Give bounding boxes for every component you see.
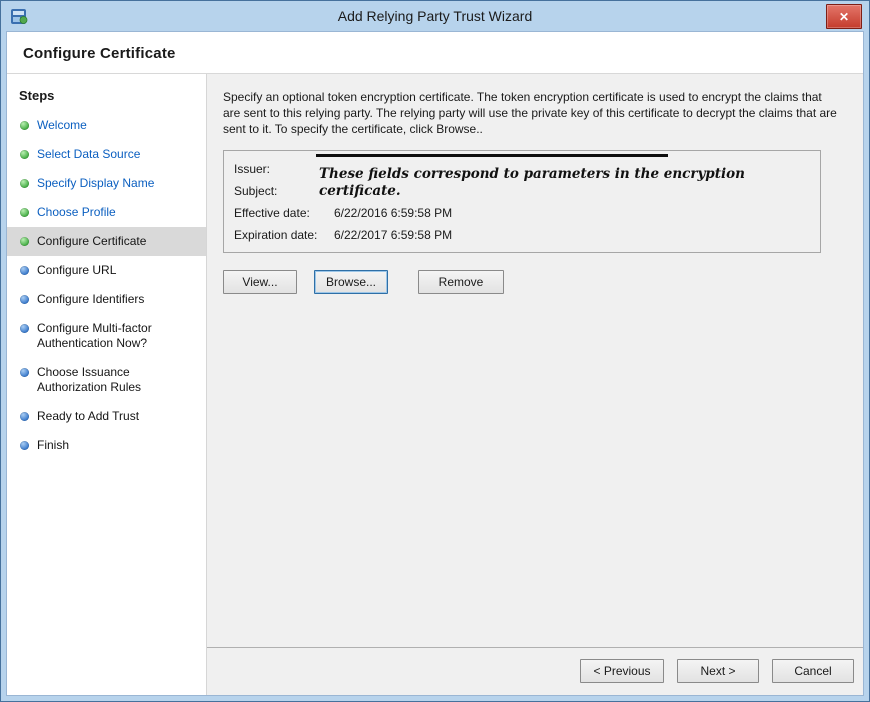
step-item-welcome[interactable]: Welcome bbox=[7, 111, 206, 140]
window-title: Add Relying Party Trust Wizard bbox=[6, 8, 864, 24]
wizard-client-area: Configure Certificate Steps Welcome Sele… bbox=[6, 31, 864, 696]
page-title: Configure Certificate bbox=[23, 45, 847, 62]
remove-button[interactable]: Remove bbox=[418, 270, 504, 294]
certificate-effective-date-row: Effective date: 6/22/2016 6:59:58 PM bbox=[234, 202, 810, 224]
step-item-select-data-source[interactable]: Select Data Source bbox=[7, 140, 206, 169]
step-item-configure-certificate: Configure Certificate bbox=[7, 227, 206, 256]
step-label: Configure Multi-factor Authentication No… bbox=[37, 321, 198, 351]
step-pending-bullet-icon bbox=[20, 266, 29, 275]
expiration-date-label: Expiration date: bbox=[234, 228, 334, 242]
cancel-button[interactable]: Cancel bbox=[772, 659, 854, 683]
step-pending-bullet-icon bbox=[20, 368, 29, 377]
step-label: Choose Profile bbox=[37, 205, 116, 220]
step-pending-bullet-icon bbox=[20, 441, 29, 450]
step-item-choose-profile[interactable]: Choose Profile bbox=[7, 198, 206, 227]
redacted-issuer-value bbox=[316, 154, 668, 157]
step-done-bullet-icon bbox=[20, 121, 29, 130]
step-current-bullet-icon bbox=[20, 237, 29, 246]
step-done-bullet-icon bbox=[20, 179, 29, 188]
wizard-navigation-footer: < Previous Next > Cancel bbox=[207, 647, 863, 695]
step-item-choose-issuance-rules: Choose Issuance Authorization Rules bbox=[7, 358, 206, 402]
steps-heading: Steps bbox=[7, 84, 206, 109]
effective-date-value: 6/22/2016 6:59:58 PM bbox=[334, 206, 452, 220]
title-bar[interactable]: Add Relying Party Trust Wizard ✕ bbox=[6, 1, 864, 31]
step-label: Choose Issuance Authorization Rules bbox=[37, 365, 198, 395]
step-item-configure-url: Configure URL bbox=[7, 256, 206, 285]
step-item-configure-identifiers: Configure Identifiers bbox=[7, 285, 206, 314]
next-button[interactable]: Next > bbox=[677, 659, 759, 683]
content-spacer bbox=[223, 294, 837, 647]
certificate-expiration-date-row: Expiration date: 6/22/2017 6:59:58 PM bbox=[234, 224, 810, 246]
close-button[interactable]: ✕ bbox=[826, 4, 862, 29]
step-pending-bullet-icon bbox=[20, 295, 29, 304]
step-done-bullet-icon bbox=[20, 150, 29, 159]
step-label: Configure URL bbox=[37, 263, 116, 278]
view-button[interactable]: View... bbox=[223, 270, 297, 294]
step-label: Specify Display Name bbox=[37, 176, 154, 191]
previous-button[interactable]: < Previous bbox=[580, 659, 664, 683]
step-label: Configure Identifiers bbox=[37, 292, 144, 307]
browse-button[interactable]: Browse... bbox=[314, 270, 388, 294]
step-description: Specify an optional token encryption cer… bbox=[223, 89, 837, 137]
steps-list: Welcome Select Data Source Specify Displ… bbox=[7, 111, 206, 460]
step-pending-bullet-icon bbox=[20, 324, 29, 333]
step-item-specify-display-name[interactable]: Specify Display Name bbox=[7, 169, 206, 198]
expiration-date-value: 6/22/2017 6:59:58 PM bbox=[334, 228, 452, 242]
step-label: Ready to Add Trust bbox=[37, 409, 139, 424]
page-header: Configure Certificate bbox=[7, 32, 863, 74]
step-item-finish: Finish bbox=[7, 431, 206, 460]
wizard-window: Add Relying Party Trust Wizard ✕ Configu… bbox=[0, 0, 870, 702]
certificate-details-box: These fields correspond to parameters in… bbox=[223, 150, 821, 253]
effective-date-label: Effective date: bbox=[234, 206, 334, 220]
steps-sidebar: Steps Welcome Select Data Source Specify… bbox=[7, 74, 207, 695]
certificate-button-row: View... Browse... Remove bbox=[223, 270, 837, 294]
step-pending-bullet-icon bbox=[20, 412, 29, 421]
close-icon: ✕ bbox=[839, 10, 849, 24]
step-item-configure-mfa: Configure Multi-factor Authentication No… bbox=[7, 314, 206, 358]
step-label: Welcome bbox=[37, 118, 87, 133]
step-label: Select Data Source bbox=[37, 147, 140, 162]
step-done-bullet-icon bbox=[20, 208, 29, 217]
certificate-annotation: These fields correspond to parameters in… bbox=[319, 166, 807, 200]
step-item-ready-to-add-trust: Ready to Add Trust bbox=[7, 402, 206, 431]
step-label: Finish bbox=[37, 438, 69, 453]
step-content-panel: Specify an optional token encryption cer… bbox=[207, 74, 863, 695]
step-label: Configure Certificate bbox=[37, 234, 146, 249]
